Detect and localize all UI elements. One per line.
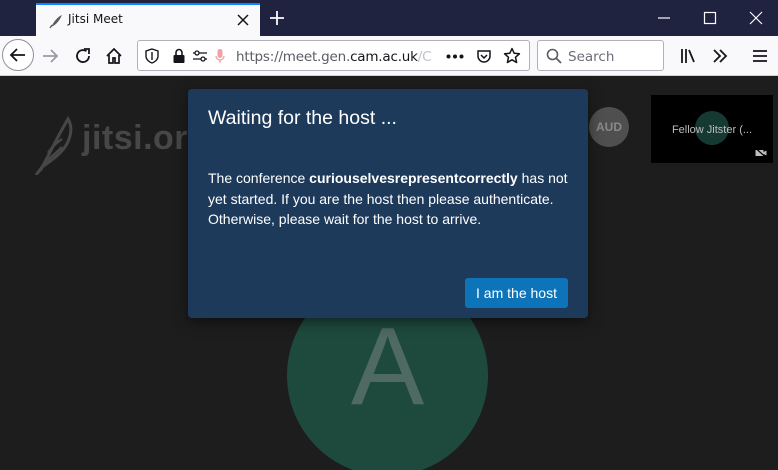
tab-strip: Jitsi Meet [0,0,778,36]
lock-icon[interactable] [172,48,186,64]
maximize-icon[interactable] [703,11,717,25]
close-icon[interactable] [236,13,250,27]
shield-icon[interactable] [144,48,160,64]
url-domain: cam.ac.uk [350,49,418,65]
pocket-icon[interactable] [476,48,492,64]
search-input[interactable]: Search [568,49,614,65]
home-icon[interactable] [104,46,124,66]
jitsi-logo-icon [34,116,73,175]
tab-title: Jitsi Meet [68,12,123,26]
back-icon [9,48,25,62]
minimize-icon[interactable] [657,11,671,25]
waiting-for-host-dialog: Waiting for the host ... The conference … [188,89,588,318]
thumbnail-name: Fellow Jitster (... [671,124,753,136]
library-icon[interactable] [678,46,698,66]
audio-badge: AUD [589,107,629,147]
microphone-icon[interactable] [215,48,225,64]
i-am-the-host-button[interactable]: I am the host [465,278,568,308]
conference-name: curiouselvesrepresentcorrectly [309,170,518,186]
back-button[interactable] [2,39,34,71]
reload-icon[interactable] [73,46,93,66]
dialog-title: Waiting for the host ... [208,107,397,129]
avatar-initial: A [350,305,425,428]
participant-thumbnail[interactable]: Fellow Jitster (... [651,95,773,163]
star-icon[interactable] [503,47,521,65]
url-path: /C [417,49,432,65]
camera-off-icon [755,148,767,158]
search-icon [546,48,562,64]
overflow-icon[interactable] [710,46,730,66]
dialog-message: The conference curiouselvesrepresentcorr… [208,168,573,230]
dialog-message-start: The conference [208,170,310,186]
url-prefix: https://meet.gen. [236,49,351,65]
url-bar[interactable]: https://meet.gen.cam.ac.uk/C [137,40,530,71]
search-bar[interactable]: Search [537,40,664,71]
plus-icon[interactable] [268,9,286,27]
nav-toolbar: https://meet.gen.cam.ac.uk/C Search [0,36,778,76]
menu-icon[interactable] [750,46,770,66]
jitsi-favicon [49,15,62,29]
permissions-icon[interactable] [192,49,208,63]
window-close-icon[interactable] [749,11,763,25]
url-text[interactable]: https://meet.gen.cam.ac.uk/C [236,49,432,65]
forward-icon[interactable] [40,46,60,66]
more-icon[interactable] [446,54,464,59]
tab-jitsi-meet[interactable]: Jitsi Meet [36,3,260,36]
